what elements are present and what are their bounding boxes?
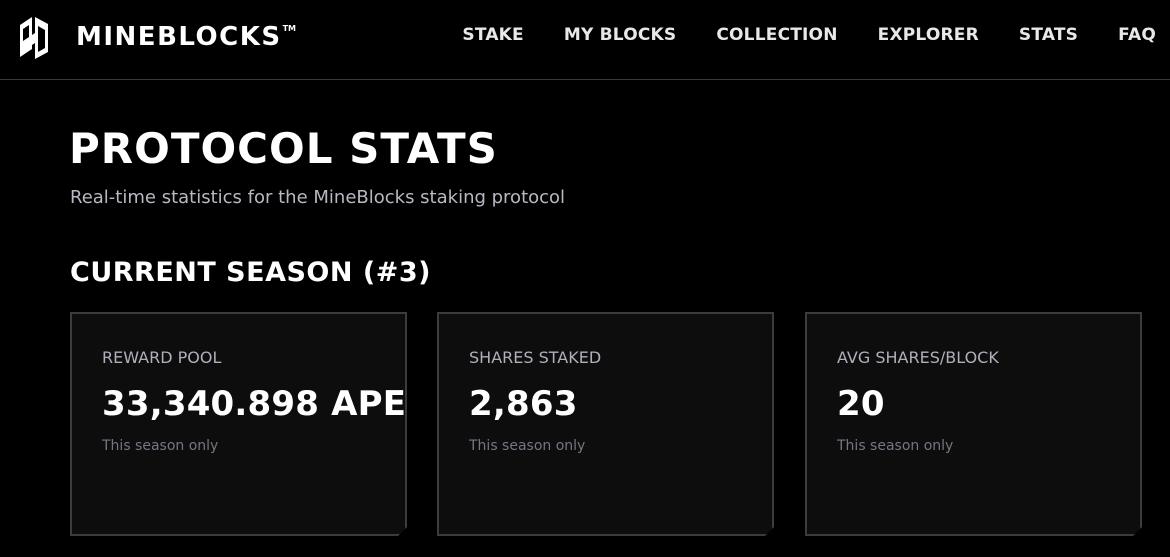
season-section-title: CURRENT SEASON (#3) [70, 257, 431, 288]
nav-link-collection[interactable]: COLLECTION [716, 25, 837, 45]
trademark-symbol: TM [282, 24, 297, 33]
stat-card-value: 2,863 [469, 384, 578, 424]
page-title: PROTOCOL STATS [69, 124, 498, 173]
home-logo-link[interactable]: MINEBLOCKSTM [18, 15, 296, 59]
stat-card-value: 33,340.898 APE [102, 384, 407, 424]
stat-card-label: REWARD POOL [102, 348, 222, 367]
stat-card-avg-shares-per-block: AVG SHARES/BLOCK 20 This season only [805, 312, 1142, 536]
main-nav: STAKE MY BLOCKS COLLECTION EXPLORER STAT… [462, 25, 1156, 45]
stat-card-note: This season only [469, 438, 586, 454]
stat-card-label: AVG SHARES/BLOCK [837, 348, 999, 367]
stat-card-label: SHARES STAKED [469, 348, 602, 367]
nav-link-stats[interactable]: STATS [1019, 25, 1078, 45]
stat-card-note: This season only [837, 438, 954, 454]
nav-link-my-blocks[interactable]: MY BLOCKS [564, 25, 676, 45]
stat-card-value: 20 [837, 384, 885, 424]
top-navigation-bar: MINEBLOCKSTM STAKE MY BLOCKS COLLECTION … [0, 0, 1170, 80]
mineblocks-logo-icon [20, 17, 48, 59]
stat-card-reward-pool: REWARD POOL 33,340.898 APE This season o… [70, 312, 407, 536]
nav-link-stake[interactable]: STAKE [462, 25, 523, 45]
nav-link-faq[interactable]: FAQ [1118, 25, 1156, 45]
stat-card-note: This season only [102, 438, 219, 454]
page-subtitle: Real-time statistics for the MineBlocks … [70, 187, 566, 208]
nav-link-explorer[interactable]: EXPLORER [878, 25, 979, 45]
brand-name: MINEBLOCKSTM [76, 22, 297, 52]
stat-card-shares-staked: SHARES STAKED 2,863 This season only [437, 312, 774, 536]
